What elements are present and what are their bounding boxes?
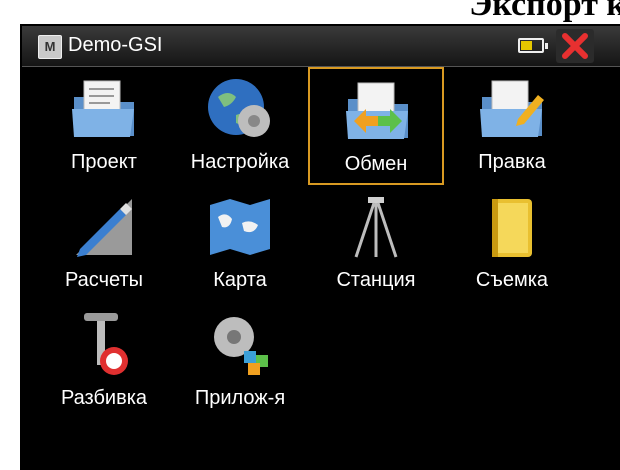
menu-item-exchange[interactable]: Обмен [308,67,444,185]
pencil-ruler-icon [76,199,132,257]
folder-edit-icon [480,80,544,137]
folder-document-icon [72,80,134,137]
menu-item-label: Разбивка [60,387,148,409]
window-title: Demo-GSI [68,34,163,56]
document-heading: Экспорт к [469,0,620,23]
menu-item-label: Карта [213,269,267,291]
map-icon [210,199,270,255]
menu-item-label: Станция [336,269,416,291]
notebook-icon [492,199,532,257]
app-icon[interactable]: M [38,35,62,59]
menu-item-stakeout[interactable]: Разбивка [36,303,172,421]
close-button[interactable] [556,29,594,63]
menu-item-label: Обмен [344,153,408,175]
menu-item-map[interactable]: Карта [172,185,308,303]
menu-item-project[interactable]: Проект [36,67,172,185]
close-icon [562,33,588,59]
menu-item-label: Проект [71,151,137,173]
menu-item-label: Прилож-я [194,387,286,409]
menu-item-settings[interactable]: Настройка [172,67,308,185]
menu-item-applications[interactable]: Прилож-я [172,303,308,421]
globe-gear-icon [208,79,270,137]
menu-item-calculations[interactable]: Расчеты [36,185,172,303]
tripod-icon [354,197,398,258]
menu-item-label: Правка [478,151,546,173]
apps-gear-icon [214,317,268,375]
stakeout-pin-icon [84,313,128,375]
device-screen: M Demo-GSI Проект Настройка Обмен Правка… [20,24,620,470]
folder-exchange-icon [346,82,408,139]
menu-item-survey[interactable]: Съемка [444,185,580,303]
menu-item-label: Съемка [475,269,549,291]
menu-item-label: Расчеты [65,269,143,291]
menu-item-station[interactable]: Станция [308,185,444,303]
menu-item-edit[interactable]: Правка [444,67,580,185]
menu-item-label: Настройка [190,151,290,173]
battery-icon [518,38,548,53]
title-bar: M Demo-GSI [22,26,620,67]
